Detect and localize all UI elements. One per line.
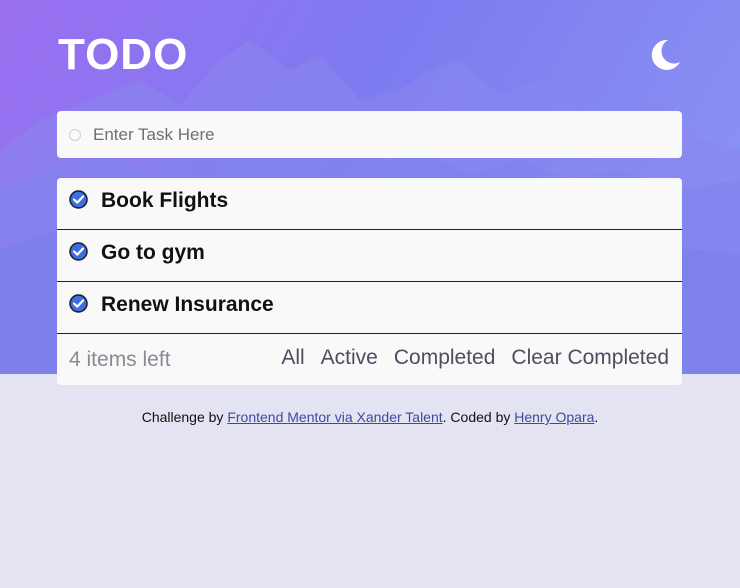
task-label: Book Flights: [101, 189, 229, 212]
checked-circle-icon[interactable]: [69, 242, 88, 261]
task-label: Renew Insurance: [101, 293, 274, 316]
task-item[interactable]: Book Flights: [57, 178, 682, 230]
attribution-suffix: .: [594, 409, 599, 425]
theme-toggle-button[interactable]: [646, 36, 684, 74]
clear-completed-button[interactable]: Clear Completed: [511, 346, 669, 370]
moon-icon: [651, 39, 680, 70]
app-title: TODO: [58, 30, 189, 79]
author-link[interactable]: Henry Opara: [514, 409, 594, 425]
checked-circle-icon[interactable]: [69, 190, 88, 209]
task-label: Go to gym: [101, 241, 205, 264]
attribution: Challenge by Frontend Mentor via Xander …: [0, 409, 740, 425]
attribution-middle: . Coded by: [442, 409, 515, 425]
items-left-count: 4 items left: [69, 348, 171, 371]
filter-completed-button[interactable]: Completed: [394, 346, 496, 370]
new-task-input[interactable]: [91, 121, 665, 149]
checked-circle-icon[interactable]: [69, 294, 88, 313]
challenge-link[interactable]: Frontend Mentor via Xander Talent: [227, 409, 442, 425]
filter-all-button[interactable]: All: [281, 346, 304, 370]
new-task-circle-icon: [69, 129, 81, 141]
list-footer: 4 items left All Active Completed Clear …: [57, 334, 682, 385]
task-list: Book Flights Go to gym Renew Insurance 4…: [57, 178, 682, 385]
task-item[interactable]: Renew Insurance: [57, 282, 682, 334]
task-item[interactable]: Go to gym: [57, 230, 682, 282]
new-task-bar: [57, 111, 682, 158]
filter-group: All Active Completed Clear Completed: [281, 346, 669, 370]
filter-active-button[interactable]: Active: [321, 346, 378, 370]
attribution-prefix: Challenge by: [141, 409, 228, 425]
